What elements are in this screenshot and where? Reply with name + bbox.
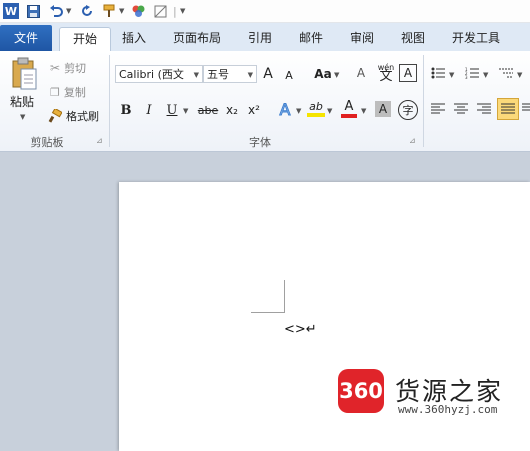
char-border-button[interactable]: A [399, 64, 417, 82]
font-name-combo[interactable]: Calibri (西文 ▼ [115, 65, 203, 83]
word-app-icon[interactable]: W [3, 3, 19, 19]
tab-review[interactable]: 审阅 [342, 27, 382, 49]
redo-icon[interactable] [80, 3, 94, 19]
tab-references[interactable]: 引用 [240, 27, 280, 49]
highlight-color-bar [307, 112, 325, 117]
copy-button[interactable]: ❐ 复制 [50, 84, 86, 100]
cut-button[interactable]: ✂ 剪切 [50, 60, 86, 76]
watermark-logo: 360 [338, 369, 384, 413]
font-group-label: 字体 [249, 136, 271, 149]
paste-button[interactable]: 粘贴 [10, 93, 34, 110]
cut-label: 剪切 [64, 62, 87, 75]
distributed-icon[interactable] [522, 101, 530, 117]
case-dropdown-icon[interactable]: ▼ [334, 71, 339, 79]
pinyin-char: 文 [379, 69, 393, 84]
margin-crop-mark [251, 312, 285, 313]
grow-font-button[interactable]: A [261, 65, 275, 83]
color-icon[interactable] [131, 3, 145, 19]
format-painter-label: 格式刷 [66, 110, 99, 123]
bullets-icon[interactable] [430, 65, 446, 81]
bold-button[interactable]: B [118, 101, 134, 119]
format-painter-icon[interactable] [101, 3, 117, 19]
clipboard-launcher-icon[interactable]: ⊿ [96, 136, 103, 145]
pinyin-guide-button[interactable]: wén 文 [376, 61, 396, 83]
font-color-button[interactable]: A [340, 97, 358, 119]
tab-mailings[interactable]: 邮件 [291, 27, 331, 49]
save-icon[interactable] [26, 3, 40, 19]
enclose-char-button[interactable]: 字 [398, 100, 418, 120]
paste-dropdown-icon[interactable]: ▼ [20, 113, 25, 121]
font-size-value: 五号 [207, 68, 229, 81]
clear-icon[interactable] [153, 3, 167, 19]
char-shading-button[interactable]: A [375, 101, 391, 117]
highlight-label: ab [309, 99, 323, 113]
underline-dropdown-icon[interactable]: ▼ [183, 107, 188, 115]
qat-separator: | [173, 4, 177, 18]
ribbon-tab-bar: 文件 开始 插入 页面布局 引用 邮件 审阅 视图 开发工具 [0, 23, 530, 52]
multilevel-list-icon[interactable] [498, 65, 514, 81]
watermark-url: www.360hyzj.com [398, 403, 498, 416]
numbering-icon[interactable]: 123 [464, 65, 480, 81]
group-divider [109, 55, 110, 147]
subscript-button[interactable]: x₂ [223, 101, 241, 119]
font-color-label: A [344, 98, 354, 114]
font-color-bar [341, 113, 357, 118]
scissors-icon: ✂ [50, 61, 61, 75]
align-center-icon[interactable] [453, 101, 469, 117]
text-effect-button[interactable]: A [276, 99, 294, 119]
align-right-icon[interactable] [476, 101, 492, 117]
font-name-value: Calibri (西文 [119, 68, 184, 81]
quick-access-toolbar: W ▼ ▼ | ▼ [0, 0, 530, 23]
svg-text:3: 3 [465, 75, 468, 79]
multilevel-dropdown-icon[interactable]: ▼ [517, 71, 522, 79]
customize-icon[interactable]: ▼ [180, 3, 185, 19]
numbering-dropdown-icon[interactable]: ▼ [483, 71, 488, 79]
highlight-button[interactable]: ab [306, 97, 326, 119]
change-case-button[interactable]: Aa [312, 65, 334, 83]
group-divider [423, 55, 424, 147]
paste-icon[interactable] [8, 56, 40, 92]
brush-icon [48, 109, 62, 123]
clipboard-group-label: 剪贴板 [30, 136, 64, 149]
font-color-dropdown-icon[interactable]: ▼ [361, 107, 366, 115]
margin-crop-mark [284, 280, 285, 312]
tab-home[interactable]: 开始 [59, 27, 111, 52]
underline-button[interactable]: U [164, 101, 180, 119]
shrink-font-button[interactable]: A [283, 67, 295, 83]
font-size-combo[interactable]: 五号 ▼ [203, 65, 257, 83]
clear-format-button[interactable]: A [351, 64, 371, 82]
tab-view[interactable]: 视图 [393, 27, 433, 49]
ribbon: 粘贴 ▼ ✂ 剪切 ❐ 复制 格式刷 剪贴板 ⊿ Calibri (西文 ▼ 五号… [0, 51, 530, 152]
copy-icon: ❐ [50, 85, 60, 99]
painter-dropdown-icon[interactable]: ▼ [119, 3, 124, 19]
chevron-down-icon: ▼ [193, 71, 199, 79]
tab-insert[interactable]: 插入 [114, 27, 154, 49]
tab-page-layout[interactable]: 页面布局 [163, 27, 231, 49]
undo-dropdown-icon[interactable]: ▼ [66, 3, 71, 19]
undo-icon[interactable] [48, 3, 64, 19]
strikethrough-button[interactable]: abe [197, 101, 219, 119]
bullets-dropdown-icon[interactable]: ▼ [449, 71, 454, 79]
superscript-button[interactable]: x² [245, 101, 263, 119]
align-left-icon[interactable] [430, 101, 446, 117]
format-painter-button[interactable]: 格式刷 [48, 108, 99, 124]
italic-button[interactable]: I [141, 101, 157, 119]
chevron-down-icon: ▼ [247, 71, 253, 79]
copy-label: 复制 [63, 86, 86, 99]
text-effect-dropdown-icon[interactable]: ▼ [296, 107, 301, 115]
clear-format-icon: A [356, 66, 366, 80]
tab-developer[interactable]: 开发工具 [444, 27, 508, 49]
font-launcher-icon[interactable]: ⊿ [409, 136, 416, 145]
tab-file[interactable]: 文件 [0, 25, 52, 51]
highlight-dropdown-icon[interactable]: ▼ [327, 107, 332, 115]
justify-icon[interactable] [497, 98, 519, 120]
document-text[interactable]: <>↵ [284, 322, 317, 337]
